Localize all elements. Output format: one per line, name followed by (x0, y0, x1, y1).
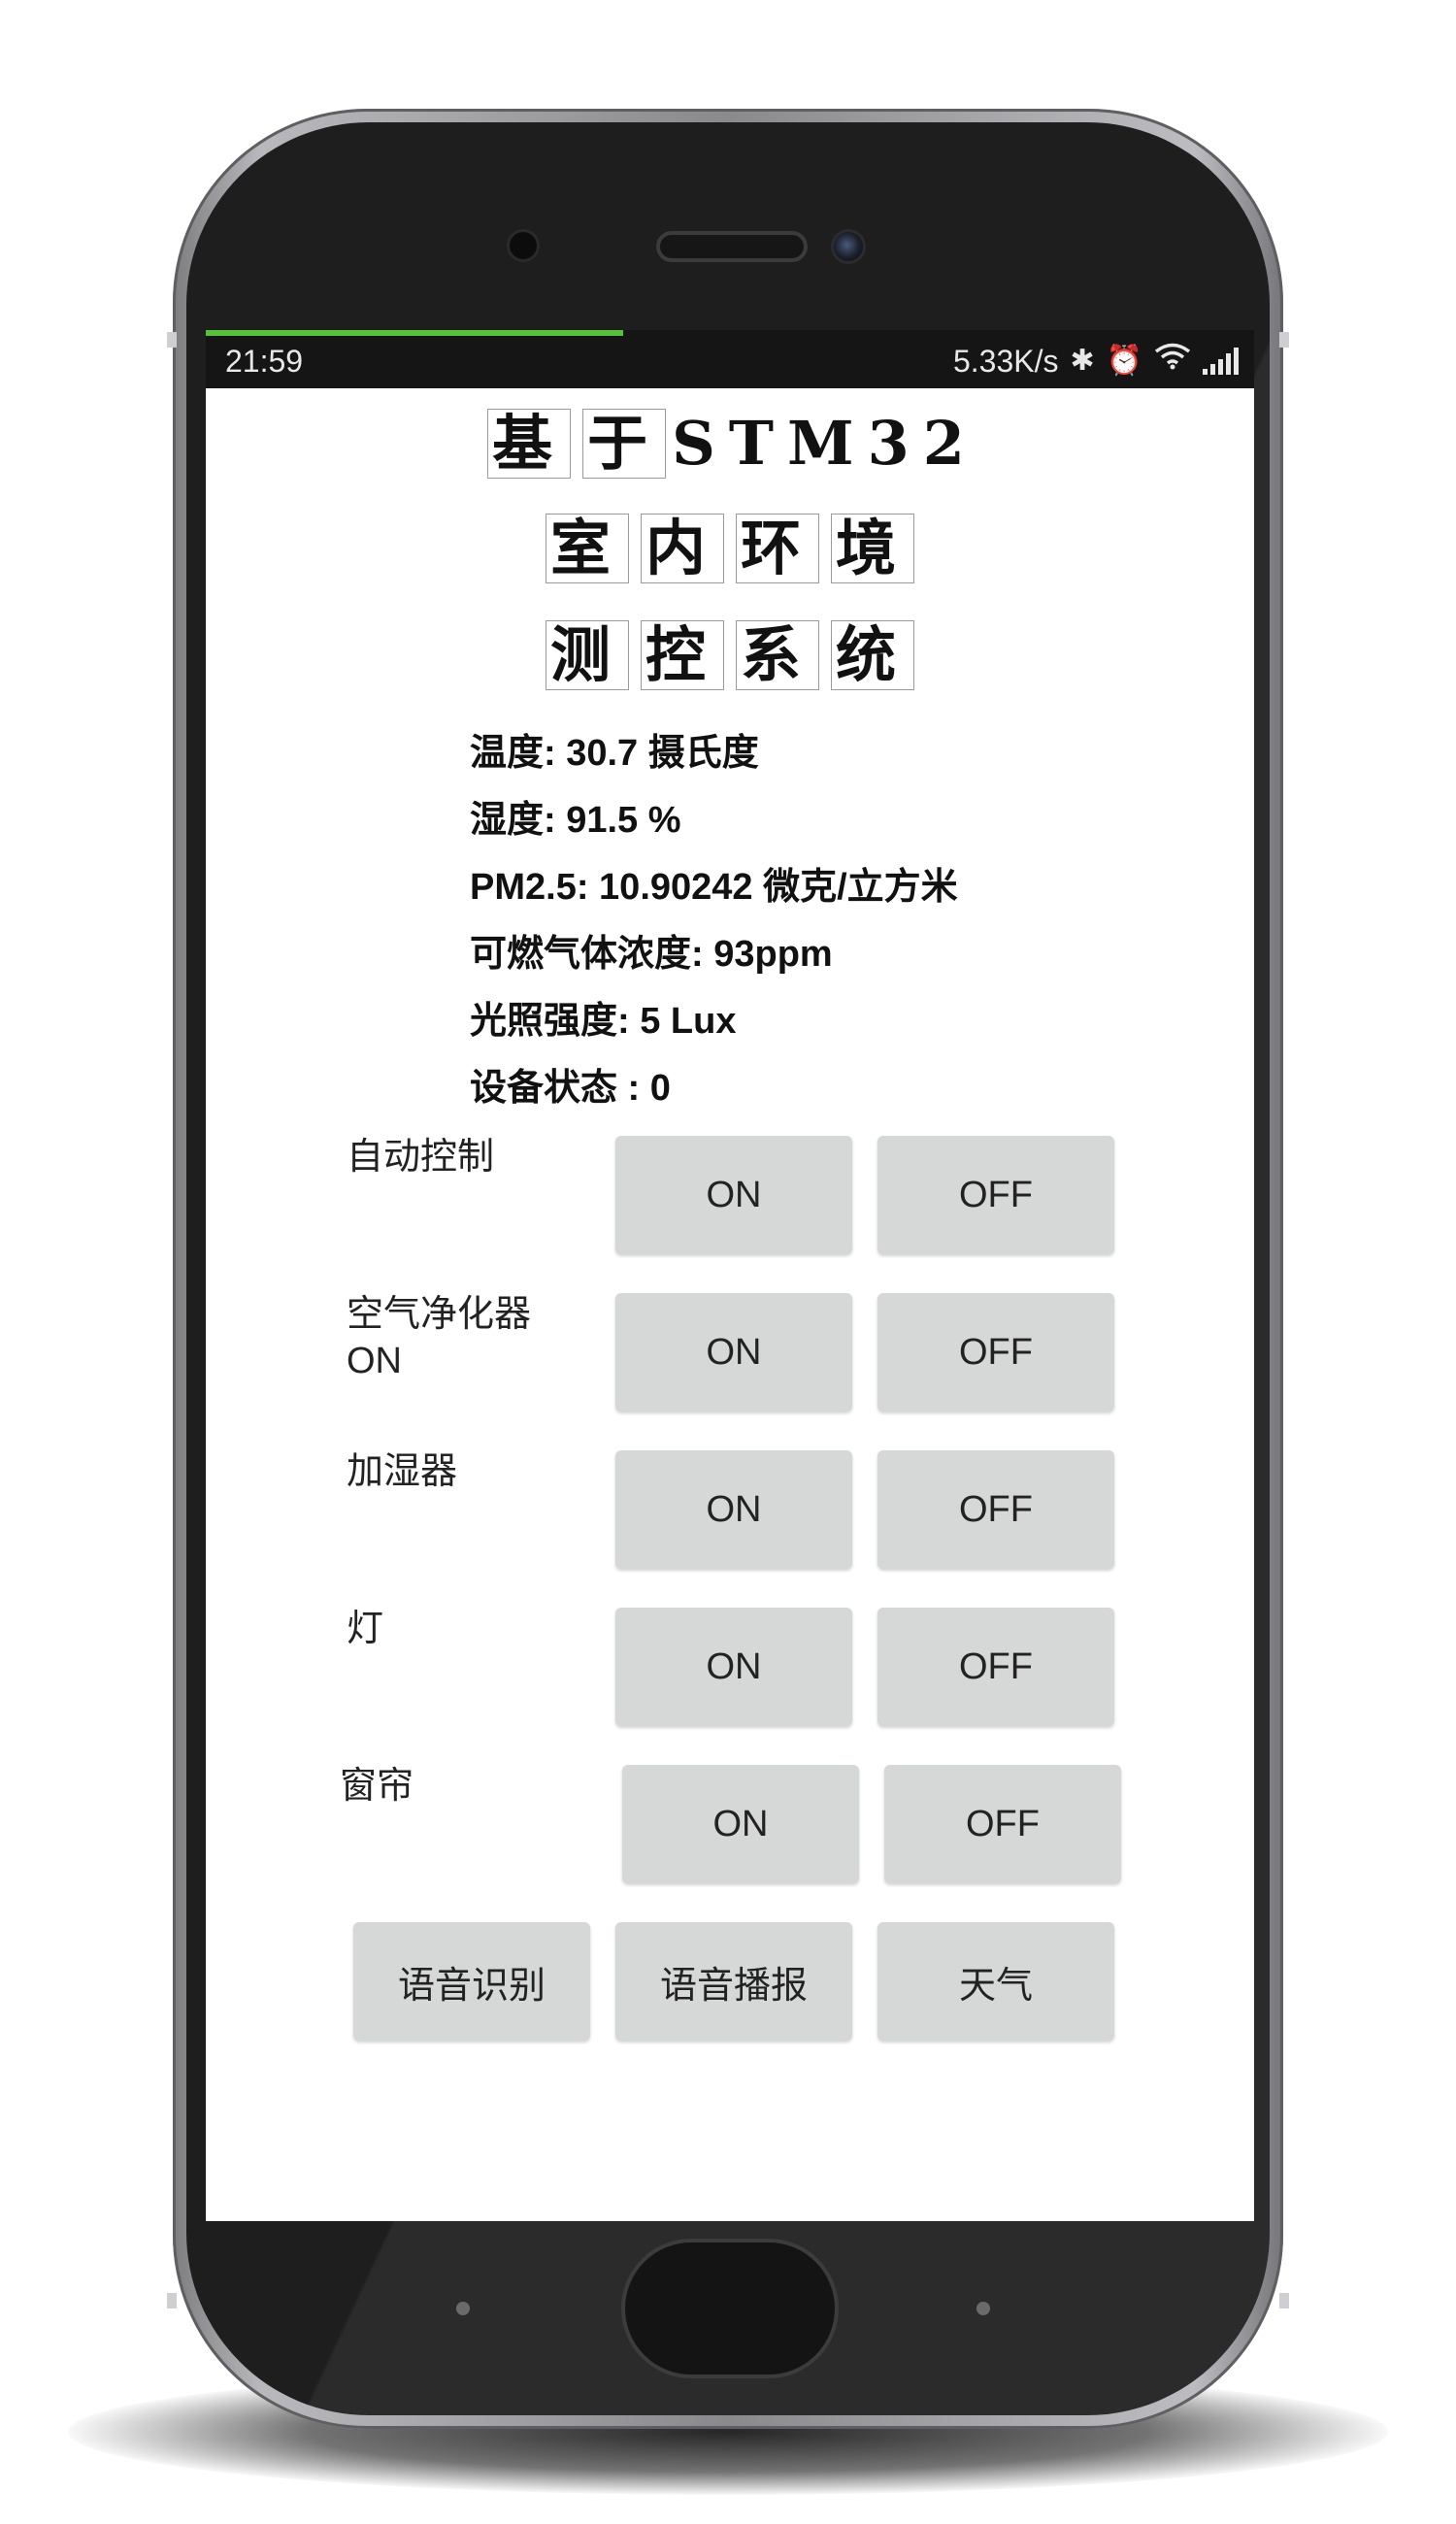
app-content: 基于 STM32 室内环境 测控系统 温度: 30.7 摄氏度 湿度: 91.5 … (206, 388, 1254, 2221)
device-status-reading: 设备状态 : 0 (470, 1055, 1208, 1122)
title-char: 于 (582, 409, 667, 479)
temperature-reading: 温度: 30.7 摄氏度 (470, 720, 1208, 787)
auto-control-on-button[interactable]: ON (615, 1136, 852, 1254)
signal-icon (1203, 348, 1239, 375)
title-char: 环 (736, 514, 820, 583)
menu-key[interactable] (976, 2302, 990, 2315)
title-char: 控 (640, 620, 724, 690)
status-bar: 21:59 5.33K/s ✱ ⏰ (206, 330, 1254, 388)
app-title-line-2: 室内环境 (206, 505, 1254, 592)
humidity-reading: 湿度: 91.5 % (470, 787, 1208, 854)
phone-face: 21:59 5.33K/s ✱ ⏰ 基 于 STM32 室 内 环 境 测 控 … (186, 122, 1270, 2415)
gas-reading: 可燃气体浓度: 93ppm (470, 921, 1208, 988)
title-char: 境 (831, 514, 915, 583)
reading-value: 30.7 摄氏度 (566, 733, 759, 774)
title-char: 测 (545, 620, 629, 690)
title-char: 系 (736, 620, 820, 690)
side-button (167, 2293, 177, 2308)
reading-value: 0 (649, 1068, 671, 1109)
status-time: 21:59 (225, 344, 304, 379)
reading-label: 温度: (470, 733, 567, 774)
page: 21:59 5.33K/s ✱ ⏰ 基 于 STM32 室 内 环 境 测 控 … (0, 0, 1456, 2524)
status-icons: 5.33K/s ✱ ⏰ (953, 342, 1239, 381)
back-key[interactable] (456, 2302, 470, 2315)
reading-label: 可燃气体浓度: (470, 934, 714, 975)
reading-label: 光照强度: (470, 1001, 641, 1042)
air-purifier-status: ON (347, 1341, 402, 1381)
pm25-reading: PM2.5: 10.90242 微克/立方米 (470, 854, 1208, 921)
home-button[interactable] (621, 2239, 839, 2378)
wifi-icon (1154, 342, 1191, 381)
loading-progress-bar (206, 330, 623, 336)
reading-label: 湿度: (470, 800, 567, 841)
reading-value: 5 Lux (640, 1001, 737, 1042)
reading-value: 91.5 % (566, 800, 681, 841)
weather-button[interactable]: 天气 (877, 1922, 1114, 2041)
reading-label: 设备状态 : (470, 1068, 650, 1109)
title-char: 内 (640, 514, 724, 583)
light-label: 灯 (347, 1609, 384, 1649)
screen: 21:59 5.33K/s ✱ ⏰ 基 于 STM32 室 内 环 境 测 控 … (206, 330, 1254, 2221)
proximity-sensor (831, 229, 866, 264)
reading-value: 10.90242 微克/立方米 (599, 867, 958, 908)
light-off-button[interactable]: OFF (877, 1608, 1114, 1726)
app-title-line-1: 基于 STM32 (206, 400, 1254, 487)
air-purifier-off-button[interactable]: OFF (877, 1293, 1114, 1411)
reading-label: PM2.5: (470, 867, 600, 908)
humidifier-off-button[interactable]: OFF (877, 1450, 1114, 1569)
side-button (1279, 332, 1289, 348)
bluetooth-icon: ✱ (1070, 345, 1095, 377)
voice-recognition-button[interactable]: 语音识别 (353, 1922, 590, 2041)
humidifier-on-button[interactable]: ON (615, 1450, 852, 1569)
reading-value: 93ppm (713, 934, 833, 975)
humidifier-label: 加湿器 (347, 1451, 458, 1492)
title-char: 室 (545, 514, 629, 583)
auto-control-off-button[interactable]: OFF (877, 1136, 1114, 1254)
air-purifier-label: 空气净化器 (347, 1294, 532, 1335)
network-speed: 5.33K/s (952, 343, 1059, 379)
air-purifier-on-button[interactable]: ON (615, 1293, 852, 1411)
side-button (167, 332, 177, 348)
title-char: 统 (831, 620, 915, 690)
curtain-on-button[interactable]: ON (622, 1765, 859, 1883)
light-reading: 光照强度: 5 Lux (470, 988, 1208, 1055)
voice-broadcast-button[interactable]: 语音播报 (615, 1922, 852, 2041)
auto-control-label: 自动控制 (347, 1137, 495, 1178)
light-on-button[interactable]: ON (615, 1608, 852, 1726)
app-title-line-3: 测控系统 (206, 612, 1254, 699)
title-char: 基 (487, 409, 572, 479)
phone-frame: 21:59 5.33K/s ✱ ⏰ 基 于 STM32 室 内 环 境 测 控 … (167, 109, 1289, 2429)
earpiece-speaker (656, 231, 808, 262)
title-char: STM32 (672, 408, 978, 479)
alarm-icon: ⏰ (1106, 345, 1142, 377)
side-button (1279, 2293, 1289, 2308)
curtain-off-button[interactable]: OFF (884, 1765, 1121, 1883)
front-camera (507, 229, 540, 262)
sensor-readings: 温度: 30.7 摄氏度 湿度: 91.5 % PM2.5: 10.90242 … (470, 720, 1208, 1122)
curtain-label: 窗帘 (340, 1766, 414, 1807)
